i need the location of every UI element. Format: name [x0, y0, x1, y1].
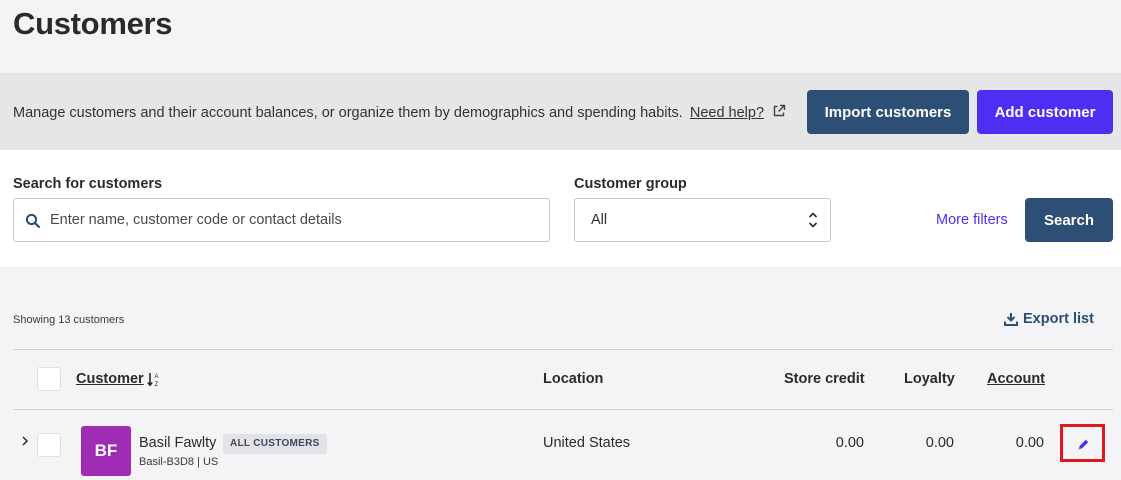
- column-location: Location: [543, 371, 604, 387]
- search-field[interactable]: [13, 198, 550, 242]
- pencil-icon: [1078, 439, 1089, 450]
- column-loyalty: Loyalty: [904, 371, 955, 387]
- divider: [13, 349, 1113, 350]
- chevron-right-icon[interactable]: [21, 435, 29, 447]
- svg-text:Z: Z: [155, 382, 159, 388]
- help-link[interactable]: Need help?: [690, 105, 764, 121]
- banner-description: Manage customers and their account balan…: [13, 104, 786, 121]
- search-icon: [25, 213, 41, 229]
- banner-description-text: Manage customers and their account balan…: [13, 105, 683, 121]
- row-checkbox[interactable]: [37, 433, 61, 457]
- customer-location: United States: [543, 435, 631, 451]
- export-list-button[interactable]: Export list: [1004, 311, 1094, 327]
- customer-group-label: Customer group: [574, 176, 687, 192]
- more-filters-link[interactable]: More filters: [936, 212, 1008, 228]
- column-store-credit: Store credit: [784, 371, 865, 387]
- search-input[interactable]: [50, 199, 545, 241]
- page-title: Customers: [13, 6, 173, 41]
- export-list-label: Export list: [1023, 311, 1094, 327]
- customer-group-value: All: [591, 212, 608, 228]
- customer-count: Showing 13 customers: [13, 314, 125, 326]
- customer-store-credit: 0.00: [835, 435, 864, 451]
- select-arrows-icon: [808, 212, 818, 228]
- avatar: BF: [81, 426, 131, 476]
- import-customers-button[interactable]: Import customers: [807, 90, 969, 134]
- info-banner: Manage customers and their account balan…: [0, 73, 1121, 150]
- search-button[interactable]: Search: [1025, 198, 1113, 242]
- customer-group-badge: ALL CUSTOMERS: [223, 434, 327, 454]
- download-icon: [1004, 313, 1018, 326]
- edit-customer-button[interactable]: [1060, 424, 1105, 462]
- customer-account: 0.00: [1015, 435, 1044, 451]
- external-link-icon[interactable]: [772, 104, 786, 118]
- divider: [13, 409, 1113, 410]
- customer-code: Basil-B3D8 | US: [139, 456, 219, 468]
- column-account[interactable]: Account: [987, 371, 1045, 387]
- search-label: Search for customers: [13, 176, 163, 192]
- svg-text:A: A: [155, 374, 159, 380]
- customer-name[interactable]: Basil Fawlty: [139, 435, 216, 451]
- filter-panel: Search for customers Customer group All …: [0, 150, 1121, 267]
- select-all-checkbox[interactable]: [37, 367, 61, 391]
- customer-group-select[interactable]: All: [574, 198, 831, 242]
- column-customer[interactable]: Customer: [76, 371, 144, 387]
- customer-loyalty: 0.00: [925, 435, 954, 451]
- add-customer-button[interactable]: Add customer: [977, 90, 1113, 134]
- sort-alpha-icon[interactable]: A Z: [147, 371, 161, 388]
